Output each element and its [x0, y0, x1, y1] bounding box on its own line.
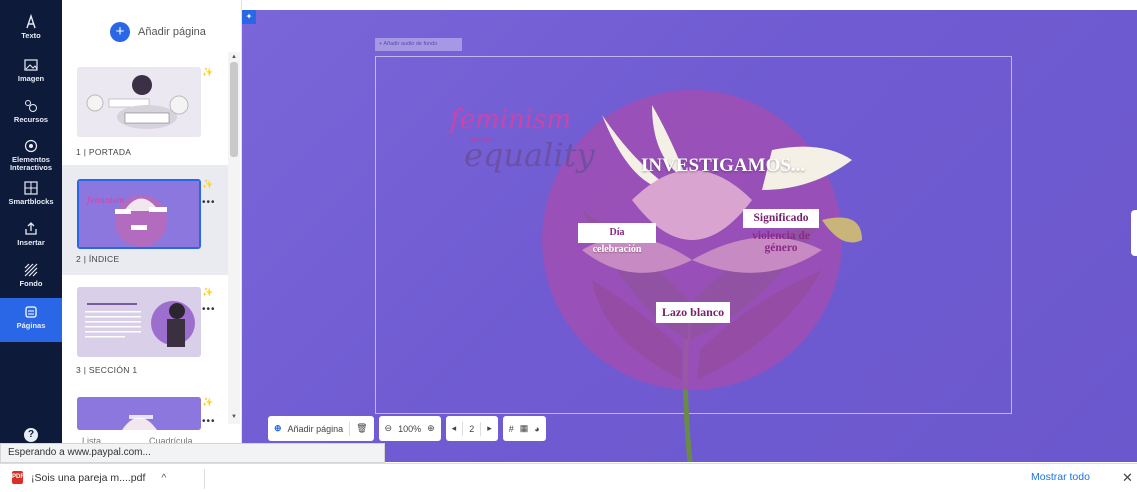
- plus-icon: +: [110, 22, 130, 42]
- page-thumbnail[interactable]: [77, 67, 201, 137]
- page-label: 3 | SECCIÓN 1: [76, 365, 138, 375]
- scroll-up-icon[interactable]: ▲: [231, 54, 237, 60]
- page-number[interactable]: 2: [469, 424, 474, 434]
- rail-item-recursos[interactable]: Recursos: [0, 98, 62, 138]
- page-thumbnail[interactable]: feminism: [77, 179, 201, 249]
- rail-item-insertar[interactable]: Insertar: [0, 221, 62, 261]
- more-options-icon[interactable]: •••: [202, 416, 216, 427]
- slide-title[interactable]: INVESTIGAMOS...: [641, 155, 805, 177]
- rail-item-imagen[interactable]: Imagen: [0, 57, 62, 97]
- page-label: 1 | PORTADA: [76, 147, 132, 157]
- editor-window: Texto Imagen Recursos Elementos Interact…: [0, 0, 1137, 492]
- more-options-icon[interactable]: •••: [202, 197, 216, 208]
- page-thumbnail[interactable]: [77, 287, 201, 357]
- page-thumbnail[interactable]: [77, 397, 201, 430]
- rail-item-fondo[interactable]: Fondo: [0, 262, 62, 302]
- zoom-level: 100%: [398, 423, 422, 434]
- magic-wand-icon[interactable]: ✨: [202, 67, 213, 78]
- grid-icon[interactable]: #: [509, 424, 514, 434]
- next-page-icon[interactable]: ▸: [487, 423, 492, 434]
- side-panel-handle[interactable]: [1131, 210, 1137, 256]
- image-icon: [23, 57, 39, 73]
- label-lazo-blanco[interactable]: Lazo blanco: [656, 302, 730, 323]
- rail-item-elementos-interactivos[interactable]: Elementos Interactivos: [0, 138, 62, 178]
- downloads-bar: PDF ¡Sois una pareja m....pdf ^ Mostrar …: [0, 463, 1137, 492]
- text-icon: [23, 13, 39, 30]
- interactive-icon: [23, 138, 39, 154]
- canvas-toolbar: ⊕ Añadir página 🗑 ⊖ 100% ⊕ ◂ 2 ▸ # ▦ ◕: [268, 416, 546, 441]
- insert-icon: [23, 221, 39, 237]
- palette-icon[interactable]: ◕: [534, 424, 539, 434]
- pin-icon[interactable]: ✦: [242, 10, 256, 24]
- status-bar: Esperando a www.paypal.com...: [0, 443, 385, 463]
- magic-wand-icon[interactable]: ✨: [202, 397, 213, 408]
- canvas-area[interactable]: ✦ + Añadir audio de fondo feminism means…: [242, 10, 1137, 462]
- layout-icon[interactable]: ▦: [520, 423, 529, 434]
- smartblocks-icon: [23, 180, 39, 196]
- svg-text:feminism: feminism: [86, 196, 125, 205]
- plus-circle-icon: ⊕: [274, 423, 282, 433]
- magic-wand-icon[interactable]: ✨: [202, 179, 213, 190]
- zoom-controls: ⊖ 100% ⊕: [378, 416, 441, 441]
- zoom-out-icon[interactable]: ⊖: [385, 423, 393, 434]
- resources-icon: [23, 98, 39, 114]
- rail-item-texto[interactable]: Texto: [0, 13, 62, 54]
- show-all-button[interactable]: Mostrar todo: [1031, 471, 1090, 483]
- chevron-up-icon[interactable]: ^: [161, 472, 166, 484]
- prev-page-icon[interactable]: ◂: [452, 423, 457, 434]
- page-item-2[interactable]: feminism ✨ ••• 2 | ÍNDICE: [62, 165, 228, 275]
- panel-scrollbar[interactable]: ▲ ▼: [228, 52, 240, 424]
- more-options-icon[interactable]: •••: [202, 304, 216, 315]
- feminism-wordart[interactable]: feminism means equality: [450, 105, 595, 174]
- label-significado[interactable]: Significado violencia de género: [743, 209, 819, 254]
- pages-icon: [23, 304, 39, 320]
- scroll-down-icon[interactable]: ▼: [231, 414, 237, 420]
- tool-rail: Texto Imagen Recursos Elementos Interact…: [0, 0, 62, 462]
- help-button[interactable]: ?: [24, 428, 38, 442]
- trash-icon[interactable]: 🗑: [356, 423, 367, 434]
- page-item-1[interactable]: ✨ 1 | PORTADA: [62, 62, 228, 172]
- background-icon: [23, 262, 39, 278]
- rail-item-paginas[interactable]: Páginas: [0, 298, 62, 342]
- page-item-4[interactable]: ✨ •••: [62, 392, 228, 430]
- toolbar-add-page-button[interactable]: ⊕ Añadir página 🗑: [268, 416, 374, 441]
- page-item-3[interactable]: ✨ ••• 3 | SECCIÓN 1: [62, 282, 228, 392]
- scroll-thumb[interactable]: [230, 62, 238, 157]
- pdf-icon: PDF: [12, 471, 24, 484]
- pages-panel: + Añadir página ✨ 1 | PORTADA feminism ✨…: [62, 0, 242, 462]
- label-dia-celebracion[interactable]: Día celebración: [578, 223, 656, 255]
- add-page-button[interactable]: + Añadir página: [110, 20, 206, 44]
- download-item[interactable]: PDF ¡Sois una pareja m....pdf ^: [12, 471, 166, 484]
- page-navigation: ◂ 2 ▸: [445, 416, 498, 441]
- zoom-in-icon[interactable]: ⊕: [427, 423, 435, 434]
- rail-item-smartblocks[interactable]: Smartblocks: [0, 180, 62, 220]
- magic-wand-icon[interactable]: ✨: [202, 287, 213, 298]
- page-label: 2 | ÍNDICE: [76, 254, 120, 264]
- add-audio-button[interactable]: + Añadir audio de fondo: [375, 38, 462, 51]
- close-icon[interactable]: ✕: [1122, 470, 1133, 486]
- view-options: # ▦ ◕: [502, 416, 546, 441]
- download-filename: ¡Sois una pareja m....pdf: [31, 471, 146, 484]
